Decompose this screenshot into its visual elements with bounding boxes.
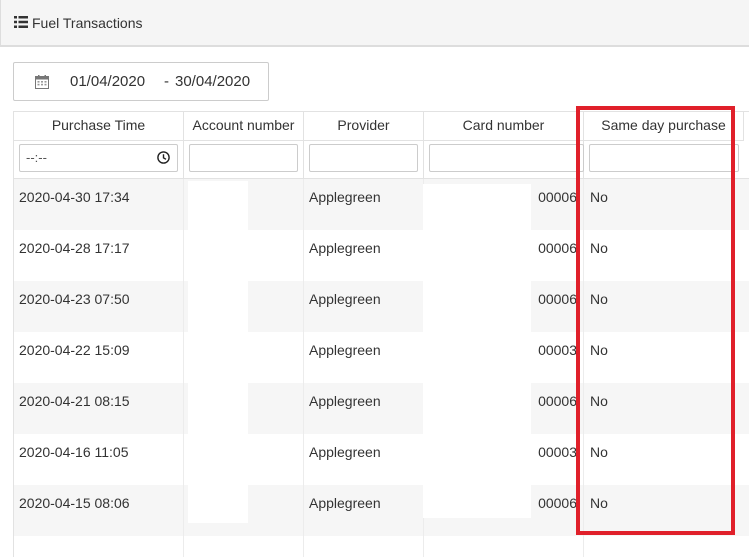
purchase-time-filter-placeholder: --:-- [26,150,47,165]
cell-purchase-time: 2020-04-16 11:05 [14,434,184,485]
cell-provider: Applegreen [304,281,424,332]
cell-empty [424,536,584,557]
clock-icon[interactable] [157,151,170,164]
account-number-filter-input[interactable] [189,144,298,172]
cell-empty [184,536,304,557]
date-from: 01/04/2020 [70,73,146,90]
cell-purchase-time: 2020-04-23 07:50 [14,281,184,332]
filter-cell-provider [304,141,424,179]
cell-provider: Applegreen [304,434,424,485]
cell-provider: Applegreen [304,332,424,383]
provider-filter-input[interactable] [309,144,418,172]
date-range-picker[interactable]: 01/04/2020 - 30/04/2020 [13,62,269,101]
list-icon [14,16,28,28]
cell-purchase-time: 2020-04-28 17:17 [14,230,184,281]
column-header-purchase-time[interactable]: Purchase Time [14,112,184,141]
date-separator: - [164,73,169,90]
cell-purchase-time: 2020-04-30 17:34 [14,179,184,230]
column-header-card-number[interactable]: Card number [424,112,584,141]
panel-title: Fuel Transactions [32,15,143,31]
cell-provider: Applegreen [304,485,424,536]
cell-provider: Applegreen [304,179,424,230]
cell-empty [304,536,424,557]
filter-cell-account-number [184,141,304,179]
highlight-box [576,106,735,535]
filter-cell-card-number [424,141,584,179]
cell-provider: Applegreen [304,383,424,434]
redaction-mask-card-number [423,184,531,518]
panel-header: Fuel Transactions [0,0,749,47]
card-number-filter-input[interactable] [429,144,584,172]
cell-provider: Applegreen [304,230,424,281]
date-to: 30/04/2020 [175,73,251,90]
cell-purchase-time: 2020-04-21 08:15 [14,383,184,434]
cell-purchase-time: 2020-04-15 08:06 [14,485,184,536]
calendar-icon [35,75,49,89]
purchase-time-filter-input[interactable]: --:-- [19,144,178,172]
column-header-account-number[interactable]: Account number [184,112,304,141]
cell-purchase-time: 2020-04-22 15:09 [14,332,184,383]
table-row [14,536,749,557]
filter-cell-purchase-time: --:-- [14,141,184,179]
redaction-mask-account-number [188,181,248,523]
cell-empty [14,536,184,557]
column-header-provider[interactable]: Provider [304,112,424,141]
